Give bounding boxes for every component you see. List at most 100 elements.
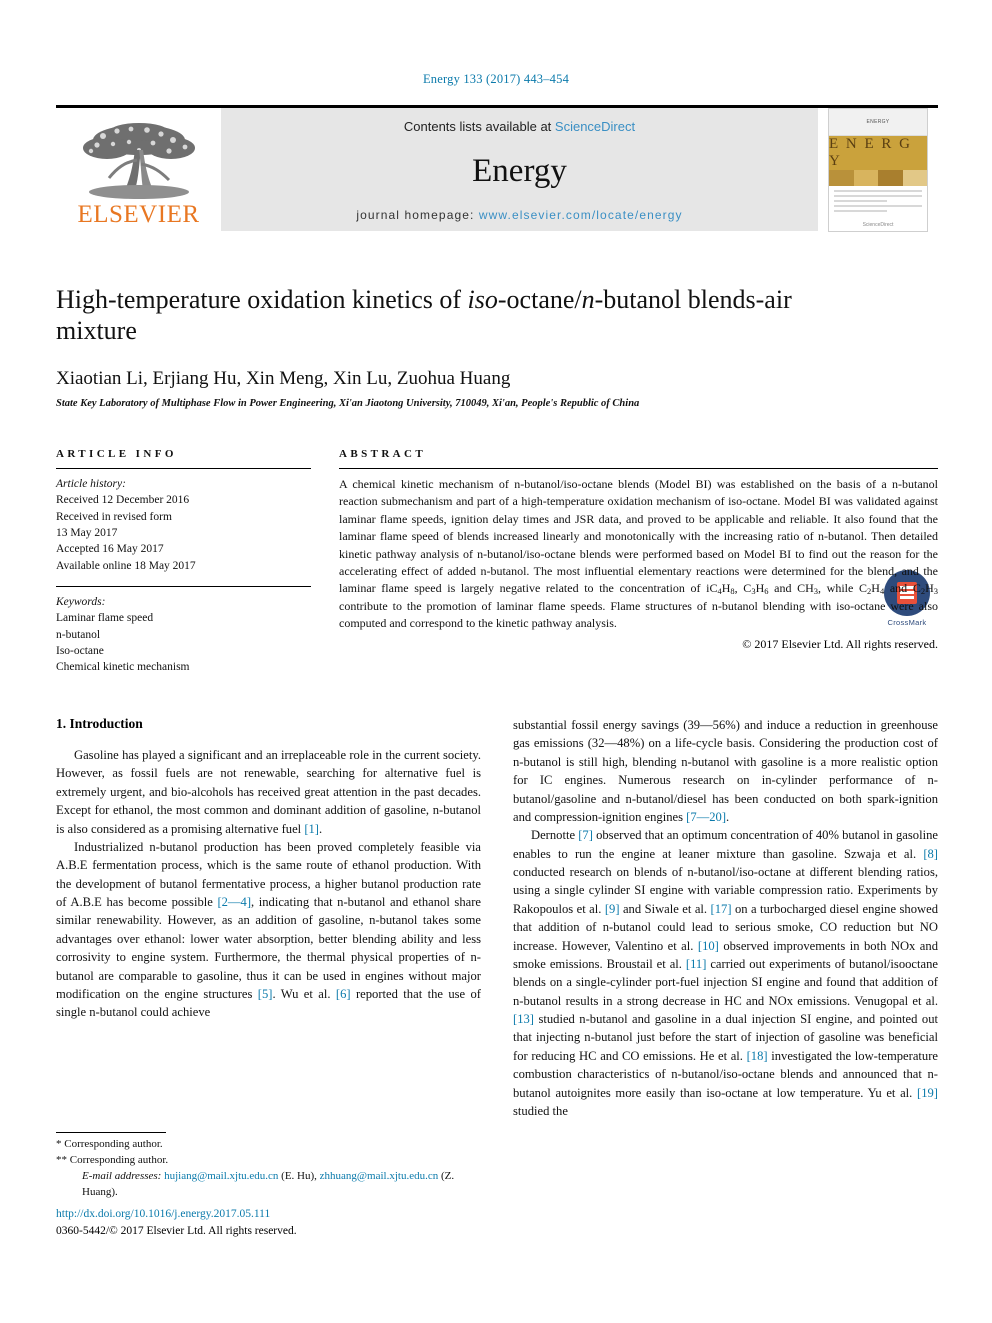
citation-ref[interactable]: [5] [258,987,273,1001]
abstract-part-1: A chemical kinetic mechanism of n-butano… [339,477,938,596]
journal-cover-container: ENERGY E N E R G Y ScienceDirect [818,108,938,232]
keyword-item: Laminar flame speed [56,612,154,625]
formula-ch3: CH3 [797,581,819,597]
body-columns: 1. Introduction Gasoline has played a si… [56,716,938,1176]
footnote-text-1: Corresponding author. [64,1138,163,1150]
journal-masthead: ELSEVIER Contents lists available at Sci… [56,105,938,232]
elsevier-logo: ELSEVIER [56,108,221,231]
para-text: . [726,809,730,824]
history-item: Received 12 December 2016 [56,494,190,507]
masthead-center: Contents lists available at ScienceDirec… [221,108,818,231]
keyword-item: Chemical kinetic mechanism [56,661,190,674]
abstract-part-4: , while [818,581,859,596]
running-head: Energy 133 (2017) 443–454 [422,72,570,86]
left-column: 1. Introduction Gasoline has played a si… [56,716,481,1176]
citation-ref[interactable]: [2—4] [217,895,251,909]
citation-ref[interactable]: [6] [336,987,351,1001]
abstract-part-6: contribute to the promotion of laminar f… [339,598,938,631]
abstract-copyright: © 2017 Elsevier Ltd. All rights reserved… [742,636,938,651]
paragraph: Dernotte [7] observed that an optimum co… [513,826,938,1120]
issn-copyright-line: 0360-5442/© 2017 Elsevier Ltd. All right… [56,1225,297,1238]
citation-ref[interactable]: [7—20] [686,810,726,824]
article-info-column: ARTICLE INFO Article history: Received 1… [56,448,311,676]
cover-foot-label: ScienceDirect [862,222,894,228]
para-text: . [319,821,323,836]
abstract-heading: ABSTRACT [339,448,427,460]
formula-c3h6: C3H6 [743,581,769,597]
title-block: High-temperature oxidation kinetics of i… [56,284,938,627]
history-item: Available online 18 May 2017 [56,559,196,572]
footnote-text-2: Corresponding author. [69,1153,169,1166]
paper-page: Energy 133 (2017) 443–454 ELSEVIER Conte… [0,0,992,1323]
cover-text-lines [829,186,927,219]
keywords-label: Keywords: [56,595,106,608]
email-addresses-label: E-mail addresses: [82,1169,162,1182]
citation-ref[interactable]: [19] [917,1086,938,1100]
citation-ref[interactable]: [18] [747,1049,768,1063]
section-heading-introduction: 1. Introduction [56,716,143,731]
citation-ref[interactable]: [13] [513,1012,534,1026]
footnote-corresponding-1: * Corresponding author. [56,1137,481,1153]
title-n: n [581,285,595,314]
title-iso: iso [467,285,498,314]
homepage-prefix: journal homepage: [356,208,479,222]
citation-ref[interactable]: [11] [686,957,707,971]
paragraph: Industrialized n-butanol production has … [56,838,481,1022]
abstract-part-2: , [734,581,744,596]
para-text: Dernotte [531,828,579,843]
doi-link[interactable]: http://dx.doi.org/10.1016/j.energy.2017.… [56,1206,556,1223]
abstract-part-5: and [884,581,913,596]
citation-ref[interactable]: [17] [711,902,732,916]
formula-ic4h8: iC4H8 [706,581,735,597]
history-item: Received in revised form [56,510,172,523]
article-history: Article history: Received 12 December 20… [56,476,311,574]
history-item: Accepted 16 May 2017 [56,543,164,556]
cover-band-label: E N E R G Y [829,136,927,170]
citation-ref[interactable]: [8] [923,847,938,861]
authors-text: Xiaotian Li, Erjiang Hu, Xin Meng, Xin L… [56,368,511,390]
footnote-emails: E-mail addresses: hujiang@mail.xjtu.edu.… [56,1169,481,1201]
info-abstract-row: ARTICLE INFO Article history: Received 1… [56,448,938,676]
citation-ref[interactable]: [7] [578,828,593,842]
para-text: substantial fossil energy savings (39—56… [513,718,938,824]
journal-cover-thumbnail: ENERGY E N E R G Y ScienceDirect [828,108,928,232]
journal-homepage-line: journal homepage: www.elsevier.com/locat… [356,208,682,222]
formula-c2h4: C2H4 [859,581,885,597]
author-list: Xiaotian Li, Erjiang Hu, Xin Meng, Xin L… [56,368,938,390]
para-text: . Wu et al. [272,986,336,1001]
para-text: studied the [513,1103,568,1118]
footnotes-block: * Corresponding author. ** Corresponding… [56,1132,481,1201]
divider [56,468,311,469]
article-info-heading: ARTICLE INFO [56,448,177,460]
contents-prefix: Contents lists available at [403,119,555,134]
journal-title: Energy [472,152,567,189]
sciencedirect-link[interactable]: ScienceDirect [555,119,635,134]
email-link-2[interactable]: zhhuang@mail.xjtu.edu.cn [320,1170,439,1182]
elsevier-tree-icon [82,123,195,199]
email-link-1[interactable]: hujiang@mail.xjtu.edu.cn [164,1170,278,1182]
citation-ref[interactable]: [9] [605,902,620,916]
history-item: 13 May 2017 [56,526,118,539]
para-text: and Siwale et al. [619,901,711,916]
para-text: Gasoline has played a significant and an… [56,748,481,836]
paragraph: substantial fossil energy savings (39—56… [513,716,938,826]
title-part-1: High-temperature oxidation kinetics of [56,285,468,314]
article-history-label: Article history: [56,478,126,490]
elsevier-wordmark: ELSEVIER [77,201,200,228]
citation-ref[interactable]: [1] [304,822,319,836]
page-title: High-temperature oxidation kinetics of i… [56,284,836,346]
homepage-url-link[interactable]: www.elsevier.com/locate/energy [479,208,683,222]
citation-ref[interactable]: [10] [698,939,719,953]
footnote-mark-1: * [56,1138,62,1150]
contents-available-line: Contents lists available at ScienceDirec… [404,119,635,134]
email-owner-1: (E. Hu), [281,1169,317,1182]
page-footer: http://dx.doi.org/10.1016/j.energy.2017.… [56,1206,556,1241]
cover-top-label: ENERGY [829,109,927,136]
footnote-mark-2: ** [56,1153,67,1166]
formula-c2h3: C2H3 [912,581,938,597]
abstract-text: A chemical kinetic mechanism of n-butano… [339,476,938,633]
divider [56,585,311,587]
footnote-divider [56,1132,166,1133]
footnote-corresponding-2: ** Corresponding author. [56,1153,481,1169]
affiliation: State Key Laboratory of Multiphase Flow … [56,398,640,410]
